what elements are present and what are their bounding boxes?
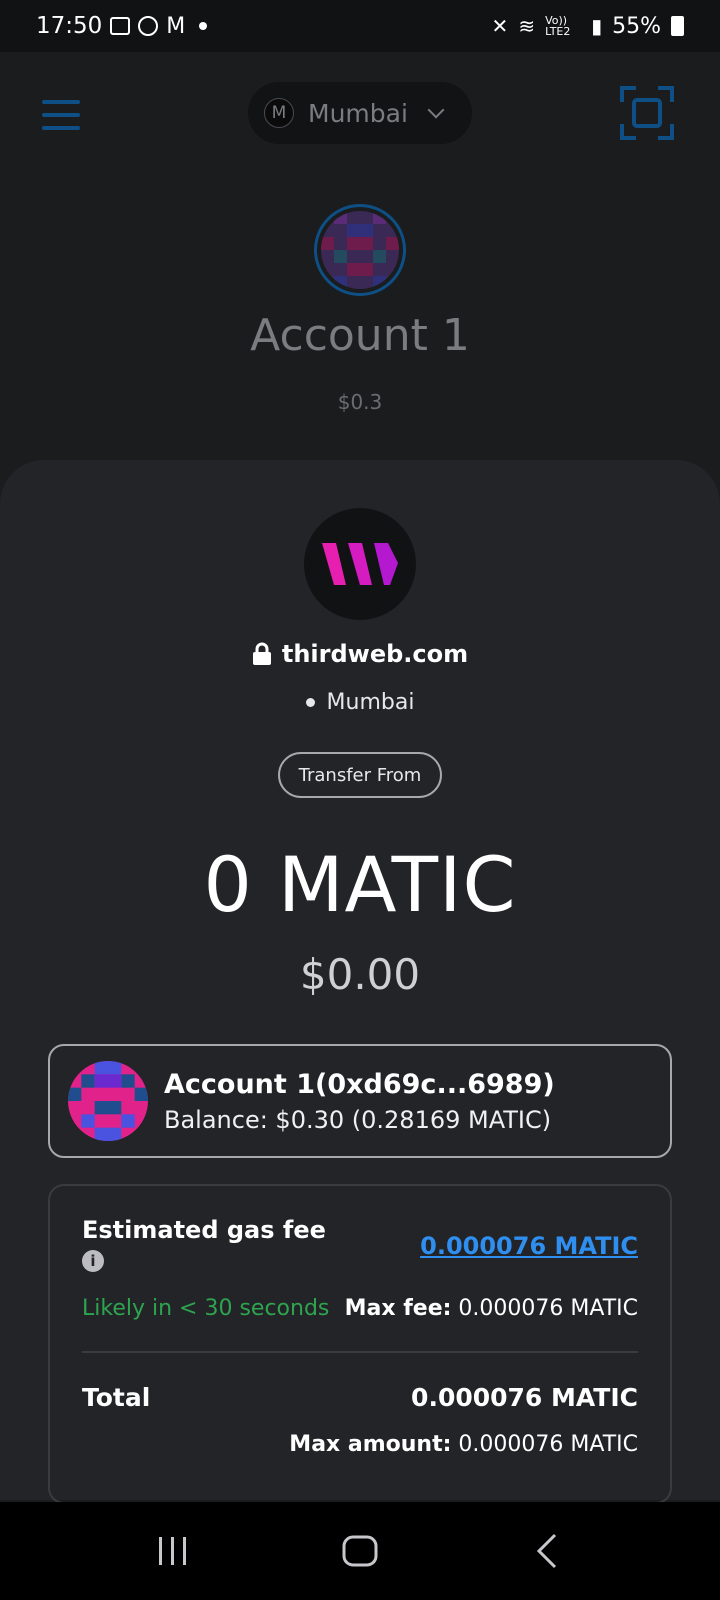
thirdweb-logo-icon [322,543,398,585]
lock-icon [252,642,271,665]
scan-icon[interactable] [620,86,674,140]
home-icon[interactable] [330,1521,390,1581]
mute-icon: ✕ [491,14,509,38]
whatsapp-icon [138,16,159,36]
total-label: Total [82,1383,151,1412]
gas-speed-estimate: Likely in < 30 seconds [82,1296,330,1321]
request-network: Mumbai [0,690,720,715]
back-icon[interactable] [517,1521,577,1581]
identicon [321,211,399,289]
max-amount: Max amount: 0.000076 MATIC [82,1432,638,1457]
from-account-name: Account 1(0xd69c...6989) [164,1068,555,1100]
account-title: Account 1 [250,310,470,361]
dapp-origin: thirdweb.com [0,640,720,668]
gmail-icon: M [166,13,186,39]
max-amount-value: 0.000076 MATIC [451,1432,638,1457]
recent-apps-icon[interactable] [143,1521,203,1581]
gas-fee-label: Estimated gas fee [82,1216,326,1244]
transaction-sheet: thirdweb.com Mumbai Transfer From 0 MATI… [0,460,720,1504]
transfer-amount: 0 MATIC [203,840,517,929]
network-selector[interactable]: M Mumbai [248,82,472,144]
transfer-fiat: $0.00 [299,950,421,999]
request-network-name: Mumbai [326,690,415,715]
wifi-icon: ≋ [518,14,536,38]
gas-fee-value-link[interactable]: 0.000076 MATIC [420,1232,638,1260]
max-fee-value: 0.000076 MATIC [451,1296,638,1321]
wallet-header: M Mumbai Account 1 $0.3 [0,52,720,472]
origin-text: thirdweb.com [281,640,469,668]
from-account-avatar [68,1061,148,1141]
gallery-icon [110,17,131,35]
max-fee-label: Max fee: [344,1296,452,1321]
signal-icon: ▮ [591,14,603,38]
chevron-down-icon [427,101,445,119]
method-chip: Transfer From [278,752,442,798]
gas-fee-card: Estimated gas fee i 0.000076 MATIC Likel… [48,1184,672,1504]
total-value: 0.000076 MATIC [411,1383,638,1412]
account-avatar[interactable] [314,204,406,296]
from-account-card[interactable]: Account 1(0xd69c...6989) Balance: $0.30 … [48,1044,672,1158]
clock: 17:50 [36,13,103,39]
info-icon[interactable]: i [82,1250,104,1272]
divider [82,1351,638,1353]
max-amount-label: Max amount: [289,1432,452,1457]
network-name: Mumbai [308,98,408,128]
identicon [68,1061,148,1141]
status-bar: 17:50 M ✕ ≋ Vo)) LTE2 ▮ 55% [0,0,720,52]
max-fee: Max fee: 0.000076 MATIC [345,1296,638,1321]
battery-percent: 55% [612,13,661,39]
notification-dot-icon [199,22,208,30]
system-nav-bar [0,1502,720,1600]
network-type-label: Vo)) LTE2 [545,14,571,38]
from-account-balance: Balance: $0.30 (0.28169 MATIC) [164,1105,552,1134]
battery-icon [671,16,684,36]
network-badge: M [264,98,294,128]
dapp-logo [304,508,416,620]
bullet-icon [305,698,315,707]
account-balance: $0.3 [337,390,383,414]
menu-icon[interactable] [42,100,80,130]
